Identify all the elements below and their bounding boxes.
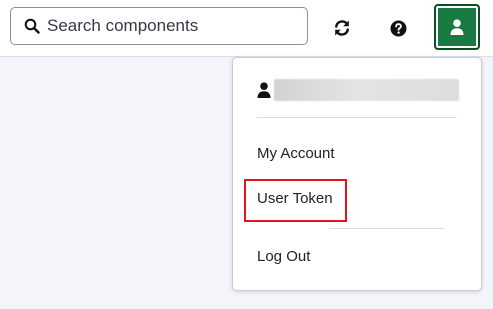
search-input[interactable] bbox=[47, 8, 297, 44]
user-menu-button[interactable] bbox=[434, 4, 480, 50]
user-dropdown-menu: My Account User Token Log Out bbox=[232, 57, 482, 291]
menu-item-my-account[interactable]: My Account bbox=[257, 145, 335, 162]
help-button[interactable] bbox=[382, 12, 414, 44]
menu-divider bbox=[257, 117, 457, 118]
menu-divider bbox=[329, 228, 445, 229]
refresh-button[interactable] bbox=[326, 12, 358, 44]
current-user bbox=[257, 79, 461, 101]
refresh-icon bbox=[335, 20, 349, 36]
menu-item-log-out[interactable]: Log Out bbox=[257, 248, 310, 265]
highlight-box bbox=[244, 179, 347, 222]
redacted-username bbox=[274, 79, 459, 101]
top-bar bbox=[0, 0, 493, 57]
user-icon bbox=[450, 19, 464, 35]
user-icon bbox=[257, 82, 271, 98]
search-icon bbox=[24, 18, 40, 34]
question-circle-icon bbox=[390, 20, 406, 36]
search-box[interactable] bbox=[10, 7, 308, 45]
